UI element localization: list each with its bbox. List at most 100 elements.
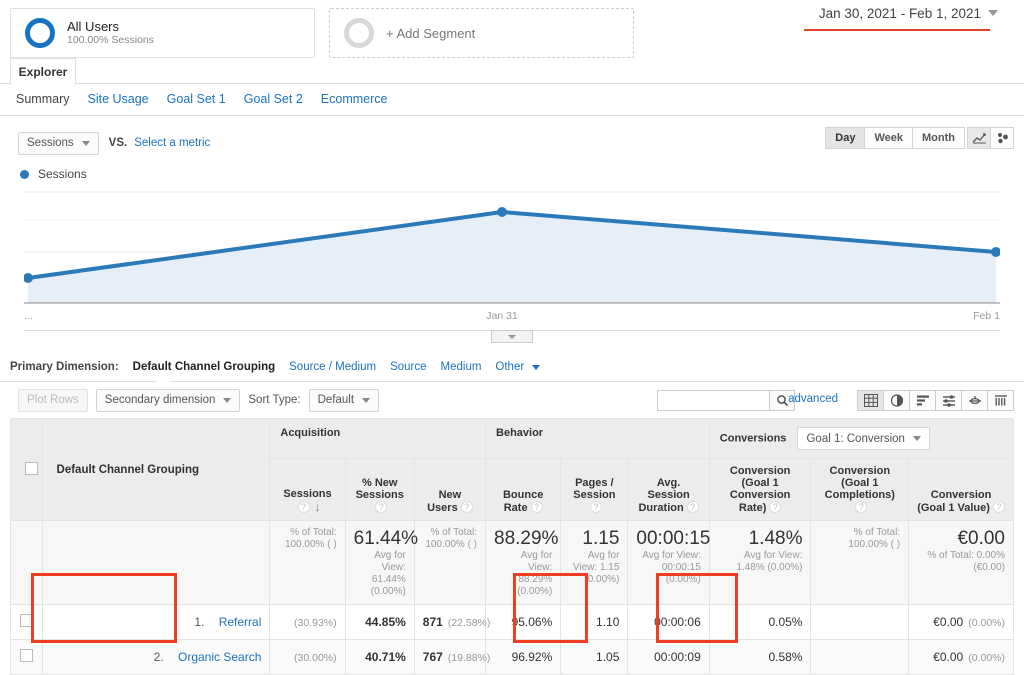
column-header-pct-new-sessions[interactable]: % New Sessions?	[345, 459, 414, 521]
advanced-search-link[interactable]: advanced	[788, 393, 838, 405]
group-header-conversions: Conversions Goal 1: Conversion	[709, 419, 1013, 459]
secondary-dimension-dropdown[interactable]: Secondary dimension	[96, 389, 241, 412]
primary-dimension-current[interactable]: Default Channel Grouping	[133, 361, 275, 373]
summary-spacer-dimension	[42, 521, 270, 605]
row-name-link[interactable]: Organic Search	[178, 650, 261, 664]
granularity-toggle-group: Day Week Month	[826, 127, 965, 149]
subtab-goal-set-2[interactable]: Goal Set 2	[244, 92, 303, 106]
summary-new-users: % of Total: 100.00% ( )	[414, 521, 485, 605]
chart-svg	[24, 190, 1000, 310]
column-header-avg-session-duration[interactable]: Avg. Session Duration?	[628, 459, 709, 521]
chevron-down-icon	[988, 10, 998, 16]
column-header-goal-value[interactable]: Conversion (Goal 1 Value)?	[909, 459, 1014, 521]
row-checkbox[interactable]	[20, 614, 33, 627]
granularity-month-button[interactable]: Month	[912, 127, 965, 149]
search-input[interactable]	[657, 390, 769, 411]
subtab-goal-set-1[interactable]: Goal Set 1	[167, 92, 226, 106]
pie-chart-view-icon[interactable]	[883, 390, 910, 411]
subtab-summary[interactable]: Summary	[16, 92, 69, 106]
metric-select-value: Sessions	[27, 137, 74, 149]
chevron-down-icon	[362, 398, 370, 403]
subtab-ecommerce[interactable]: Ecommerce	[321, 92, 388, 106]
chart-slider-handle[interactable]	[491, 330, 533, 343]
chevron-down-icon	[223, 398, 231, 403]
select-all-checkbox[interactable]	[25, 462, 38, 475]
channel-grouping-table: Default Channel Grouping Acquisition Beh…	[10, 418, 1014, 675]
date-range-underline	[804, 29, 990, 31]
chevron-down-icon	[532, 365, 540, 370]
sessions-line-chart[interactable]	[24, 190, 1000, 310]
performance-view-icon[interactable]	[935, 390, 962, 411]
group-header-acquisition: Acquisition	[270, 419, 486, 459]
segment-all-users[interactable]: All Users 100.00% Sessions	[10, 8, 315, 58]
help-icon[interactable]: ?	[531, 501, 543, 513]
add-segment-label: + Add Segment	[386, 26, 475, 41]
help-icon[interactable]: ?	[461, 501, 473, 513]
column-header-goal-completions[interactable]: Conversion (Goal 1 Completions)?	[811, 459, 909, 521]
primary-dimension-notch	[156, 375, 170, 382]
summary-pct-new-sessions: 61.44% Avg for View: 61.44% (0.00%)	[345, 521, 414, 605]
chevron-down-icon	[508, 335, 516, 339]
subtab-site-usage[interactable]: Site Usage	[87, 92, 148, 106]
tab-explorer[interactable]: Explorer	[10, 58, 76, 85]
row-name-link[interactable]: Referral	[219, 615, 262, 629]
comparison-view-icon[interactable]	[961, 390, 988, 411]
chart-mode-group	[968, 127, 1014, 149]
summary-bounce-rate: 88.29% Avg for View: 88.29% (0.00%)	[486, 521, 561, 605]
dimension-header[interactable]: Default Channel Grouping	[42, 419, 270, 521]
help-icon[interactable]: ?	[298, 501, 310, 513]
vs-label: VS.	[109, 137, 128, 149]
help-icon[interactable]: ?	[375, 501, 387, 513]
bar-chart-view-icon[interactable]	[909, 390, 936, 411]
select-a-metric-link[interactable]: Select a metric	[134, 137, 210, 149]
legend-color-dot	[20, 170, 29, 179]
sort-desc-icon[interactable]: ↓	[315, 500, 321, 514]
row-checkbox-cell	[11, 605, 43, 640]
help-icon[interactable]: ?	[590, 501, 602, 513]
granularity-week-button[interactable]: Week	[864, 127, 913, 149]
row-checkbox[interactable]	[20, 649, 33, 662]
summary-goal-completions: % of Total: 100.00% ( )	[811, 521, 909, 605]
add-segment-button[interactable]: + Add Segment	[329, 8, 634, 58]
help-icon[interactable]: ?	[687, 501, 699, 513]
row-goal-conversion-rate: 0.05%	[709, 605, 811, 640]
column-header-goal-conversion-rate[interactable]: Conversion (Goal 1 Conversion Rate)?	[709, 459, 811, 521]
chevron-down-icon	[82, 141, 90, 146]
metric-select-dropdown[interactable]: Sessions	[18, 132, 99, 155]
date-range-picker[interactable]: Jan 30, 2021 - Feb 1, 2021	[804, 6, 998, 31]
ring-icon	[25, 18, 55, 48]
conversions-label: Conversions	[720, 433, 787, 445]
row-pages-session: 1.10	[561, 605, 628, 640]
legend-label: Sessions	[38, 167, 87, 181]
table-view-icon[interactable]	[857, 390, 884, 411]
sort-type-dropdown[interactable]: Default	[309, 389, 379, 412]
row-goal-value: €0.00(0.00%)	[909, 605, 1014, 640]
help-icon[interactable]: ?	[993, 501, 1005, 513]
granularity-day-button[interactable]: Day	[825, 127, 865, 149]
primary-dimension-source-medium[interactable]: Source / Medium	[289, 361, 376, 373]
line-chart-icon[interactable]	[967, 127, 991, 149]
plot-rows-button[interactable]: Plot Rows	[18, 389, 88, 412]
primary-dimension-other[interactable]: Other	[495, 361, 540, 373]
column-header-new-users[interactable]: New Users?	[414, 459, 485, 521]
row-name-cell: 1. Referral	[42, 605, 270, 640]
chart-zoom-slider[interactable]	[24, 330, 1000, 344]
row-pct-new-sessions: 44.85%	[345, 605, 414, 640]
help-icon[interactable]: ?	[769, 501, 781, 513]
report-subtabs: Summary Site Usage Goal Set 1 Goal Set 2…	[0, 84, 1024, 116]
column-header-sessions[interactable]: Sessions?↓	[270, 459, 345, 521]
column-header-bounce-rate[interactable]: Bounce Rate?	[486, 459, 561, 521]
goal-selector-dropdown[interactable]: Goal 1: Conversion	[797, 427, 929, 450]
chart-legend: Sessions	[0, 160, 1024, 184]
table-row: 1. Referral (30.93%) 44.85% 871(22.58%) …	[11, 605, 1014, 640]
motion-chart-icon[interactable]	[990, 127, 1014, 149]
summary-sessions: % of Total: 100.00% ( )	[270, 521, 345, 605]
primary-dimension-medium[interactable]: Medium	[441, 361, 482, 373]
primary-dimension-source[interactable]: Source	[390, 361, 426, 373]
x-tick-1: Jan 31	[486, 310, 518, 322]
help-icon[interactable]: ?	[855, 501, 867, 513]
table-summary-row: % of Total: 100.00% ( ) 61.44% Avg for V…	[11, 521, 1014, 605]
column-header-pages-session[interactable]: Pages / Session?	[561, 459, 628, 521]
pivot-view-icon[interactable]	[987, 390, 1014, 411]
table-controls-row: Plot Rows Secondary dimension Sort Type:…	[0, 382, 1024, 418]
